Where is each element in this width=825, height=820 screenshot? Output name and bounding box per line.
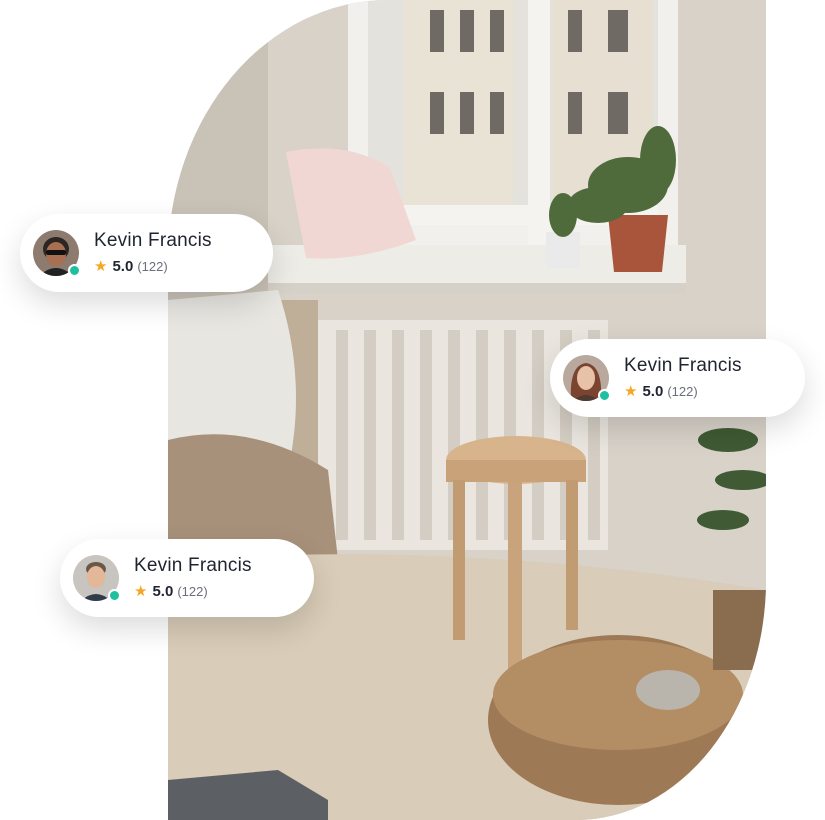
reviewer-name: Kevin Francis [94,230,212,251]
reviewer-name: Kevin Francis [624,355,742,376]
reviewer-card[interactable]: Kevin Francis ★ 5.0 (122) [60,539,314,617]
rating-row: ★ 5.0 (122) [134,583,252,601]
reviewer-card[interactable]: Kevin Francis ★ 5.0 (122) [550,339,805,417]
rating-row: ★ 5.0 (122) [624,383,742,401]
star-icon: ★ [624,383,638,400]
reviewer-name: Kevin Francis [134,555,252,576]
online-status-dot [108,589,121,602]
online-status-dot [598,389,611,402]
rating-score: 5.0 [112,258,134,275]
rating-row: ★ 5.0 (122) [94,258,212,276]
avatar-wrapper [33,230,81,277]
rating-score: 5.0 [152,583,174,600]
avatar-wrapper [73,555,121,602]
avatar-wrapper [563,355,611,402]
star-icon: ★ [94,258,108,275]
online-status-dot [68,264,81,277]
star-icon: ★ [134,583,148,600]
reviewer-card[interactable]: Kevin Francis ★ 5.0 (122) [20,214,273,292]
review-count: (122) [667,384,698,399]
rating-score: 5.0 [642,383,664,400]
review-count: (122) [177,584,208,599]
review-count: (122) [137,259,168,274]
